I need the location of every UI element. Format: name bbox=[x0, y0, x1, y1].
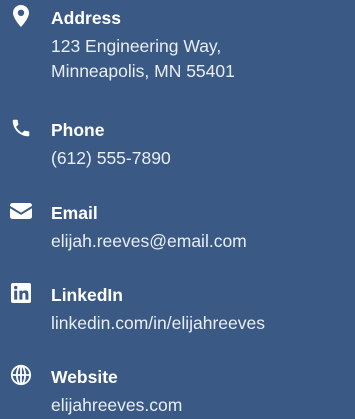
phone-label: Phone bbox=[51, 120, 105, 140]
phone-icon bbox=[8, 115, 34, 141]
linkedin-label: LinkedIn bbox=[51, 285, 123, 305]
address-label: Address bbox=[51, 8, 122, 28]
email-value[interactable]: elijah.reeves@email.com bbox=[51, 229, 247, 254]
linkedin-value[interactable]: linkedin.com/in/elijahreeves bbox=[51, 311, 265, 336]
email-label: Email bbox=[51, 203, 98, 223]
address-line-1: 123 Engineering Way, bbox=[51, 36, 222, 56]
phone-value[interactable]: (612) 555-7890 bbox=[51, 146, 171, 171]
envelope-icon bbox=[8, 198, 34, 224]
contact-list: Address 123 Engineering Way, Minneapolis… bbox=[0, 0, 355, 419]
map-marker-icon bbox=[8, 3, 34, 29]
website-value[interactable]: elijahreeves.com bbox=[51, 393, 182, 418]
globe-icon bbox=[8, 362, 34, 388]
website-label: Website bbox=[51, 367, 118, 387]
linkedin-icon bbox=[8, 280, 34, 306]
address-line-2: Minneapolis, MN 55401 bbox=[51, 61, 235, 81]
